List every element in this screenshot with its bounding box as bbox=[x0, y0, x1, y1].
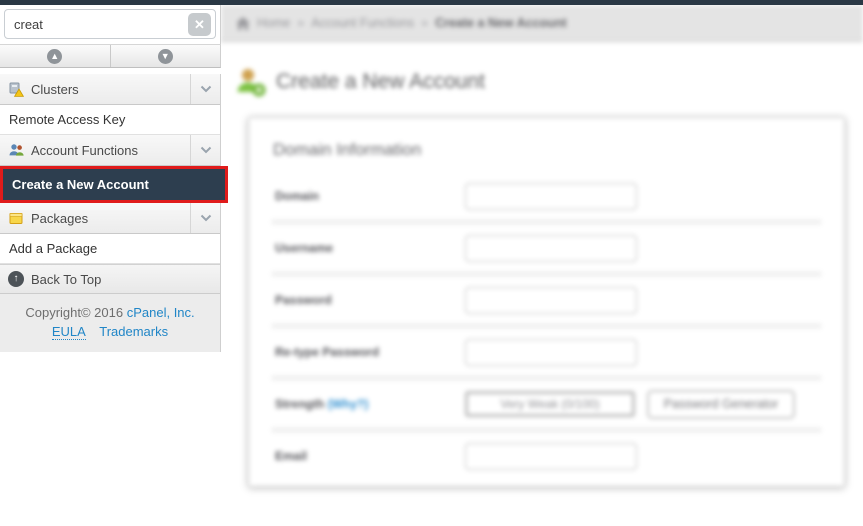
breadcrumb-home[interactable]: Home bbox=[257, 16, 290, 30]
username-row: Username bbox=[269, 226, 824, 270]
domain-input[interactable] bbox=[465, 182, 637, 210]
retype-password-row: Re-type Password bbox=[269, 330, 824, 374]
breadcrumb-current: Create a New Account bbox=[435, 16, 567, 30]
sidebar-footer: Copyright© 2016 cPanel, Inc. EULA Tradem… bbox=[0, 294, 220, 352]
sidebar-item-account-functions[interactable]: Account Functions bbox=[0, 135, 220, 166]
scroll-up-button[interactable]: ▲ bbox=[0, 45, 111, 67]
breadcrumb-separator: » bbox=[421, 16, 429, 30]
domain-information-panel: Domain Information Domain Username Passw… bbox=[248, 117, 845, 487]
sidebar-item-label: Remote Access Key bbox=[9, 112, 126, 127]
search-clear-button[interactable]: ✕ bbox=[188, 13, 211, 36]
sidebar-item-label: Add a Package bbox=[9, 241, 98, 256]
up-arrow-icon: ↑ bbox=[8, 271, 24, 287]
row-divider bbox=[271, 427, 822, 433]
username-input[interactable] bbox=[465, 234, 637, 262]
sidebar-item-label: Create a New Account bbox=[12, 177, 149, 192]
whm-window: ✕ ▲ ▼ Clusters bbox=[0, 0, 863, 526]
search-input[interactable] bbox=[4, 9, 216, 39]
sidebar-item-label: Account Functions bbox=[31, 142, 138, 158]
domain-label: Domain bbox=[275, 189, 320, 203]
password-row: Password bbox=[269, 278, 824, 322]
sidebar-nav: Clusters Remote Access Key Account Funct… bbox=[0, 74, 228, 352]
sidebar-item-packages[interactable]: Packages bbox=[0, 203, 220, 234]
page-title: Create a New Account bbox=[276, 70, 485, 93]
sidebar-item-label: Packages bbox=[31, 210, 89, 226]
strength-label-text: Strength bbox=[275, 397, 325, 411]
clusters-icon bbox=[8, 81, 24, 97]
strength-label: Strength (Why?) bbox=[275, 397, 465, 411]
sidebar-item-label: Clusters bbox=[31, 81, 79, 97]
sidebar-item-create-a-new-account[interactable]: Create a New Account bbox=[3, 169, 225, 200]
strength-indicator: Very Weak (0/100) bbox=[465, 391, 635, 417]
row-divider bbox=[271, 323, 822, 329]
page-title-row: Create a New Account bbox=[235, 66, 863, 98]
account-functions-icon bbox=[8, 142, 24, 158]
close-icon: ✕ bbox=[194, 17, 205, 32]
copyright-text: Copyright© 2016 bbox=[25, 305, 124, 320]
breadcrumb: Home » Account Functions » Create a New … bbox=[221, 5, 863, 42]
email-row: Email bbox=[269, 434, 824, 478]
sidebar: ✕ ▲ ▼ Clusters bbox=[0, 5, 228, 352]
username-label: Username bbox=[275, 241, 334, 255]
why-link[interactable]: (Why?) bbox=[328, 397, 369, 411]
sidebar-item-add-a-package[interactable]: Add a Package bbox=[0, 234, 220, 264]
sidebar-search: ✕ bbox=[0, 5, 221, 44]
trademarks-link[interactable]: Trademarks bbox=[99, 324, 168, 339]
chevron-down-icon[interactable] bbox=[190, 135, 220, 165]
cpanel-link[interactable]: cPanel, Inc. bbox=[127, 305, 195, 320]
retype-password-label: Re-type Password bbox=[275, 345, 380, 359]
section-title: Domain Information bbox=[273, 140, 422, 159]
strength-row: Strength (Why?) Very Weak (0/100) Passwo… bbox=[269, 382, 824, 426]
row-divider bbox=[271, 219, 822, 225]
row-divider bbox=[271, 375, 822, 381]
sidebar-item-remote-access-key[interactable]: Remote Access Key bbox=[0, 105, 220, 135]
breadcrumb-separator: » bbox=[297, 16, 305, 30]
eula-link[interactable]: EULA bbox=[51, 324, 86, 340]
content-area: Home » Account Functions » Create a New … bbox=[221, 5, 863, 526]
chevron-up-icon: ▲ bbox=[47, 48, 63, 64]
chevron-down-icon[interactable] bbox=[190, 74, 220, 104]
packages-icon bbox=[8, 210, 24, 226]
breadcrumb-account-functions[interactable]: Account Functions bbox=[311, 16, 414, 30]
email-label: Email bbox=[275, 449, 308, 463]
chevron-down-icon: ▼ bbox=[157, 48, 173, 64]
row-divider bbox=[271, 271, 822, 277]
password-label: Password bbox=[275, 293, 332, 307]
password-input[interactable] bbox=[465, 286, 637, 314]
password-generator-button[interactable]: Password Generator bbox=[647, 389, 795, 419]
email-input[interactable] bbox=[465, 442, 637, 470]
home-icon bbox=[236, 16, 250, 30]
back-to-top-button[interactable]: ↑ Back To Top bbox=[0, 264, 220, 294]
chevron-down-icon[interactable] bbox=[190, 203, 220, 233]
back-to-top-label: Back To Top bbox=[31, 271, 102, 287]
create-account-icon bbox=[235, 66, 267, 98]
scroll-down-button[interactable]: ▼ bbox=[110, 45, 220, 67]
retype-password-input[interactable] bbox=[465, 338, 637, 366]
sidebar-pager: ▲ ▼ bbox=[0, 44, 221, 68]
red-annotation-box: Create a New Account bbox=[0, 166, 228, 203]
domain-row: Domain bbox=[269, 174, 824, 218]
sidebar-item-clusters[interactable]: Clusters bbox=[0, 74, 220, 105]
